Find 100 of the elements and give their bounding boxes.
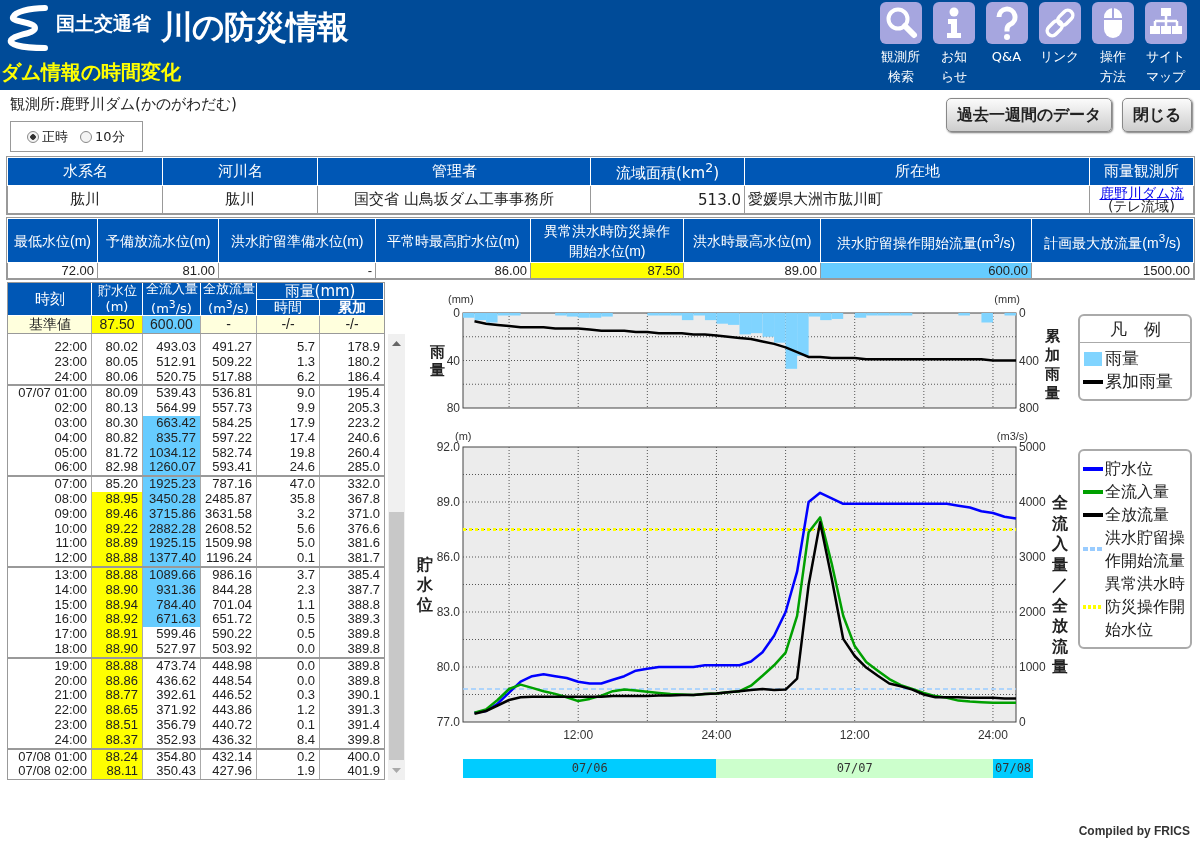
table-cell: 701.04 — [201, 597, 257, 613]
table-cell: 2608.52 — [201, 521, 257, 537]
date-band: 07/06 — [463, 759, 717, 778]
table-cell: 600.00 — [143, 316, 201, 333]
legend-title: 凡 例 — [1080, 316, 1190, 343]
table-cell: 350.43 — [143, 764, 201, 779]
table-cell: 0.2 — [257, 749, 320, 765]
table-cell: 371.92 — [143, 703, 201, 718]
table-cell: 564.99 — [143, 401, 201, 416]
table-cell: - — [218, 262, 376, 279]
table-cell: 651.72 — [201, 612, 257, 628]
table-cell: 527.97 — [143, 641, 201, 657]
rain-station-note: (テレ流域) — [1108, 199, 1175, 213]
table-cell: 436.32 — [201, 732, 257, 748]
table-cell: 1089.66 — [143, 567, 201, 583]
table-cell: 392.61 — [143, 688, 201, 704]
table-cell: 432.14 — [201, 749, 257, 765]
table-cell: 509.22 — [201, 354, 257, 370]
table-cell: 19.8 — [257, 445, 320, 461]
table-cell-text: 401.9 — [346, 764, 381, 779]
table-cell: 88.88 — [92, 567, 143, 583]
table-cell-text: 387.7 — [346, 582, 381, 598]
table-cell-text: 391.4 — [346, 717, 381, 733]
table-cell: 23:00 — [8, 354, 92, 370]
table-cell: 80.13 — [92, 401, 143, 416]
table-cell: 88.88 — [92, 658, 143, 674]
table-cell: 427.96 — [201, 764, 257, 779]
column-header: 異常洪水時防災操作開始水位(m) — [530, 218, 684, 263]
table-cell: 536.81 — [201, 386, 257, 402]
table-cell: 0.1 — [257, 717, 320, 733]
table-cell-text: 180.2 — [346, 354, 381, 370]
axis-tick-label: 0 — [453, 306, 460, 320]
table-cell: 88.24 — [92, 749, 143, 765]
column-header: 最低水位(m) — [7, 218, 98, 263]
table-cell: 584.25 — [201, 416, 257, 431]
table-cell: 448.98 — [201, 658, 257, 674]
table-cell: 2485.87 — [201, 491, 257, 507]
table-cell: 8.4 — [257, 732, 320, 748]
table-cell: 663.42 — [143, 416, 201, 431]
table-cell: 86.00 — [375, 262, 531, 279]
date-band: 07/08 — [992, 759, 1034, 778]
table-cell: 671.63 — [143, 612, 201, 628]
table-cell-text: 205.3 — [346, 401, 381, 416]
table-cell: 47.0 — [257, 477, 320, 492]
site-title: 川の防災情報 — [161, 7, 348, 48]
table-cell: 88.92 — [92, 612, 143, 628]
axis-tick-label: 0 — [1019, 715, 1026, 729]
table-cell: 1.2 — [257, 703, 320, 718]
table-cell: 0.5 — [257, 612, 320, 628]
axis-tick-label: 80.0 — [436, 660, 460, 674]
table-cell: 493.03 — [143, 340, 201, 355]
axis-title: 雨量 — [429, 342, 445, 379]
table-cell-text: 371.0 — [346, 506, 381, 522]
table-cell-text: 389.3 — [346, 612, 381, 628]
table-cell: 22:00 — [8, 340, 92, 355]
table-cell: 787.16 — [201, 477, 257, 492]
table-cell: 国交省 山鳥坂ダム工事事務所 — [317, 185, 591, 214]
ministry-name: 国土交通省 — [56, 11, 151, 36]
column-header: 洪水貯留操作開始流量(m$^{3}$/s) — [820, 218, 1032, 263]
axis-tick-label: 12:00 — [563, 728, 594, 742]
column-header: 所在地 — [744, 157, 1090, 186]
axis-tick-label: 0 — [1019, 306, 1026, 320]
axis-tick-label: 400 — [1019, 353, 1040, 368]
table-cell: 88.77 — [92, 688, 143, 704]
axis-tick-label: 24:00 — [977, 728, 1008, 742]
table-cell: 503.92 — [201, 641, 257, 657]
legend-label: 全放流量 — [1105, 504, 1170, 526]
axis-unit-label: (m) — [455, 430, 472, 442]
table-cell: 599.46 — [143, 627, 201, 642]
axis-tick-label: 80 — [446, 401, 460, 414]
table-cell-text: 332.0 — [346, 477, 381, 492]
table-cell: 1.3 — [257, 354, 320, 370]
table-cell: 07/07 01:00 — [8, 386, 92, 402]
credit-text: Compiled by FRICS — [1078, 824, 1190, 838]
table-cell: 80.02 — [92, 340, 143, 355]
table-cell: 0.3 — [257, 688, 320, 704]
table-cell: 0.0 — [257, 641, 320, 657]
table-cell: 1.1 — [257, 597, 320, 613]
axis-tick-label: 24:00 — [701, 728, 732, 742]
table-cell-text: 390.1 — [346, 688, 381, 704]
table-cell-text: 381.6 — [346, 536, 381, 552]
table-cell: 愛媛県大洲市肱川町 — [744, 185, 1090, 214]
column-header: 洪水時最高水位(m) — [683, 218, 821, 263]
table-cell: 88.91 — [92, 627, 143, 642]
table-cell: 597.22 — [201, 430, 257, 446]
table-cell: 0.0 — [257, 658, 320, 674]
legend-label: 洪水貯留操作開始流量 — [1105, 527, 1185, 572]
table-cell-text: 389.8 — [346, 673, 381, 689]
table-cell-text: 400.0 — [346, 749, 381, 765]
column-header: 時間 — [257, 300, 320, 316]
table-cell: 72.00 — [7, 262, 98, 279]
table-cell-text: 178.9 — [346, 340, 381, 355]
table-cell-text: 385.4 — [346, 567, 381, 583]
table-cell: 5.0 — [257, 536, 320, 552]
table-cell: 88.89 — [92, 536, 143, 552]
table-cell: 9.0 — [257, 386, 320, 402]
axis-tick-label: 2000 — [1019, 605, 1046, 619]
table-cell: 24:00 — [8, 369, 92, 385]
table-cell: 肱川 — [162, 185, 318, 214]
table-cell: 88.88 — [92, 551, 143, 566]
